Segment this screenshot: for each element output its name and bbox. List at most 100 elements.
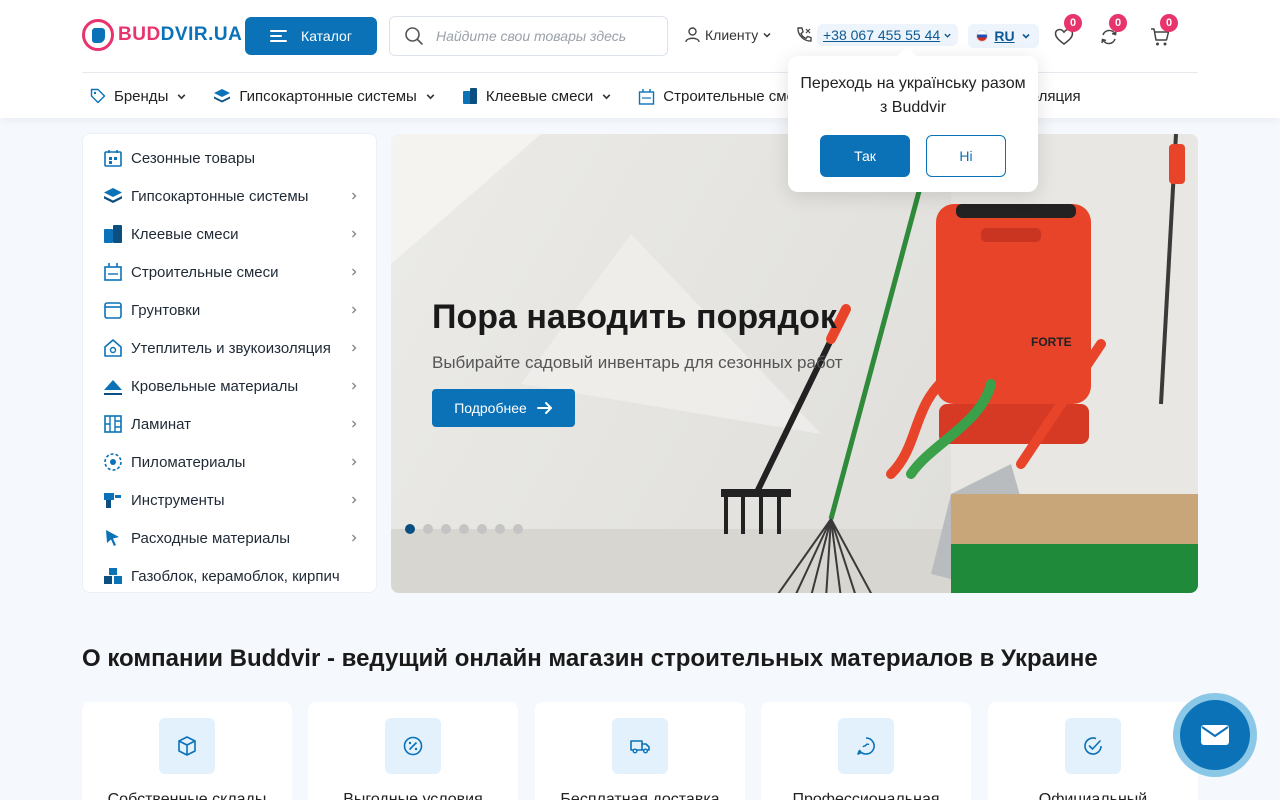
slider-dot-1[interactable] bbox=[405, 524, 415, 534]
sidebar-item-label: Кровельные материалы bbox=[131, 377, 299, 395]
client-menu[interactable]: Клиенту bbox=[684, 26, 772, 43]
menu-icon bbox=[270, 30, 288, 42]
mix-icon bbox=[104, 263, 122, 281]
chevron-right-icon bbox=[352, 344, 357, 352]
language-label: RU bbox=[994, 28, 1015, 44]
mail-icon bbox=[1201, 725, 1229, 745]
nav-fade-overlay bbox=[1118, 80, 1198, 112]
roof-icon bbox=[104, 380, 122, 395]
sidebar-item-seasonal[interactable]: Сезонные товары bbox=[103, 146, 359, 170]
banner-more-button[interactable]: Подробнее bbox=[432, 389, 575, 427]
banner-subtitle: Выбирайте садовый инвентарь для сезонных… bbox=[432, 353, 843, 372]
sidebar-item-label: Строительные смеси bbox=[131, 263, 279, 281]
phone-link[interactable]: +38 067 455 55 44 bbox=[817, 24, 959, 46]
banner-title: Пора наводить порядок bbox=[432, 298, 837, 336]
chevron-right-icon bbox=[352, 268, 357, 276]
sidebar-item-label: Пиломатериалы bbox=[131, 453, 246, 471]
nav-item-drywall[interactable]: Гипсокартонные системы bbox=[213, 84, 435, 108]
search-box[interactable] bbox=[389, 16, 668, 56]
sidebar-item-laminate[interactable]: Ламинат bbox=[103, 412, 359, 436]
about-title: О компании Buddvir - ведущий онлайн мага… bbox=[82, 645, 1098, 672]
site-logo[interactable]: BUDDVIR.UA bbox=[82, 19, 242, 51]
popup-no-button[interactable]: Ні bbox=[926, 135, 1006, 177]
box-icon bbox=[178, 736, 196, 756]
phone-block[interactable]: +38 067 455 55 44 bbox=[795, 24, 959, 46]
chevron-down-icon bbox=[177, 93, 186, 99]
contact-mail-button[interactable] bbox=[1173, 693, 1257, 777]
wishlist-count-badge: 0 bbox=[1064, 14, 1082, 32]
chat-icon bbox=[857, 737, 875, 755]
compare-count-badge: 0 bbox=[1109, 14, 1127, 32]
slider-dot-3[interactable] bbox=[441, 524, 451, 534]
search-icon bbox=[405, 27, 423, 45]
feature-label: Официальный bbox=[1038, 791, 1148, 800]
sidebar-item-consumables[interactable]: Расходные материалы bbox=[103, 526, 359, 550]
sidebar-item-label: Ламинат bbox=[131, 415, 192, 433]
cart-button[interactable]: 0 bbox=[1150, 14, 1178, 47]
search-input[interactable] bbox=[436, 28, 646, 44]
sidebar-item-tools[interactable]: Инструменты bbox=[103, 488, 359, 512]
feature-label: Выгодные условия bbox=[343, 791, 483, 800]
user-icon bbox=[685, 27, 700, 43]
feature-icon-wrap bbox=[1065, 718, 1121, 774]
slider-dot-2[interactable] bbox=[423, 524, 433, 534]
sidebar-item-label: Газоблок, керамоблок, кирпич bbox=[131, 567, 340, 585]
primer-icon bbox=[104, 302, 122, 319]
client-label: Клиенту bbox=[705, 26, 759, 43]
chevron-right-icon bbox=[352, 458, 357, 466]
layers-icon bbox=[214, 89, 231, 103]
feature-icon-wrap bbox=[159, 718, 215, 774]
sidebar-item-label: Сезонные товары bbox=[131, 149, 256, 167]
laminate-icon bbox=[104, 415, 122, 433]
sidebar-item-mixes[interactable]: Строительные смеси bbox=[103, 260, 359, 284]
sidebar-item-drywall[interactable]: Гипсокартонные системы bbox=[103, 184, 359, 208]
nav-item-glue[interactable]: Клеевые смеси bbox=[462, 84, 612, 108]
slider-dot-5[interactable] bbox=[477, 524, 487, 534]
slider-dot-6[interactable] bbox=[495, 524, 505, 534]
nav-label: Гипсокартонные системы bbox=[239, 87, 417, 105]
language-selector[interactable]: RU bbox=[968, 24, 1039, 48]
chevron-down-icon bbox=[426, 93, 435, 99]
chevron-right-icon bbox=[352, 230, 357, 238]
sidebar-item-lumber[interactable]: Пиломатериалы bbox=[103, 450, 359, 474]
hero-banner[interactable]: FORTE Пора наводить порядок Выбирайте са… bbox=[391, 134, 1198, 593]
popup-yes-button[interactable]: Так bbox=[820, 135, 910, 177]
sidebar-item-label: Гипсокартонные системы bbox=[131, 187, 309, 205]
catalog-button[interactable]: Каталог bbox=[245, 17, 377, 55]
percent-icon bbox=[403, 736, 423, 756]
sidebar-item-roofing[interactable]: Кровельные материалы bbox=[103, 374, 359, 398]
house-icon bbox=[104, 339, 122, 357]
wishlist-button[interactable]: 0 bbox=[1054, 14, 1082, 47]
nav-item-brands[interactable]: Бренды bbox=[90, 84, 187, 108]
feature-icon-wrap bbox=[838, 718, 894, 774]
chevron-right-icon bbox=[352, 192, 357, 200]
chevron-right-icon bbox=[352, 306, 357, 314]
arrow-right-icon bbox=[536, 402, 552, 414]
flag-icon bbox=[976, 30, 989, 42]
season-icon bbox=[104, 150, 122, 167]
chevron-down-icon bbox=[944, 33, 951, 38]
slider-dot-7[interactable] bbox=[513, 524, 523, 534]
slider-dot-4[interactable] bbox=[459, 524, 469, 534]
feature-icon-wrap bbox=[385, 718, 441, 774]
sidebar-item-blocks[interactable]: Газоблок, керамоблок, кирпич bbox=[103, 564, 359, 588]
chevron-down-icon bbox=[763, 32, 771, 38]
mix-icon bbox=[639, 88, 655, 105]
tag-icon bbox=[90, 88, 106, 104]
sidebar-item-label: Инструменты bbox=[131, 491, 225, 509]
chevron-right-icon bbox=[352, 420, 357, 428]
sidebar-item-label: Расходные материалы bbox=[131, 529, 290, 547]
category-sidebar: Сезонные товары Гипсокартонные системы К… bbox=[82, 133, 377, 593]
cursor-icon bbox=[106, 530, 119, 546]
sidebar-item-primers[interactable]: Грунтовки bbox=[103, 298, 359, 322]
language-switch-popup: Переходь на українську разом з Buddvir Т… bbox=[788, 56, 1038, 192]
feature-label: Профессиональная bbox=[792, 791, 940, 800]
feature-card: Профессиональная bbox=[761, 702, 971, 800]
sidebar-item-glue[interactable]: Клеевые смеси bbox=[103, 222, 359, 246]
layers-icon bbox=[104, 188, 122, 203]
nav-label: Клеевые смеси bbox=[485, 87, 594, 105]
glue-icon bbox=[462, 88, 477, 104]
compare-button[interactable]: 0 bbox=[1099, 14, 1127, 47]
sidebar-item-insulation[interactable]: Утеплитель и звукоизоляция bbox=[103, 336, 359, 360]
sidebar-item-label: Утеплитель и звукоизоляция bbox=[131, 339, 331, 357]
